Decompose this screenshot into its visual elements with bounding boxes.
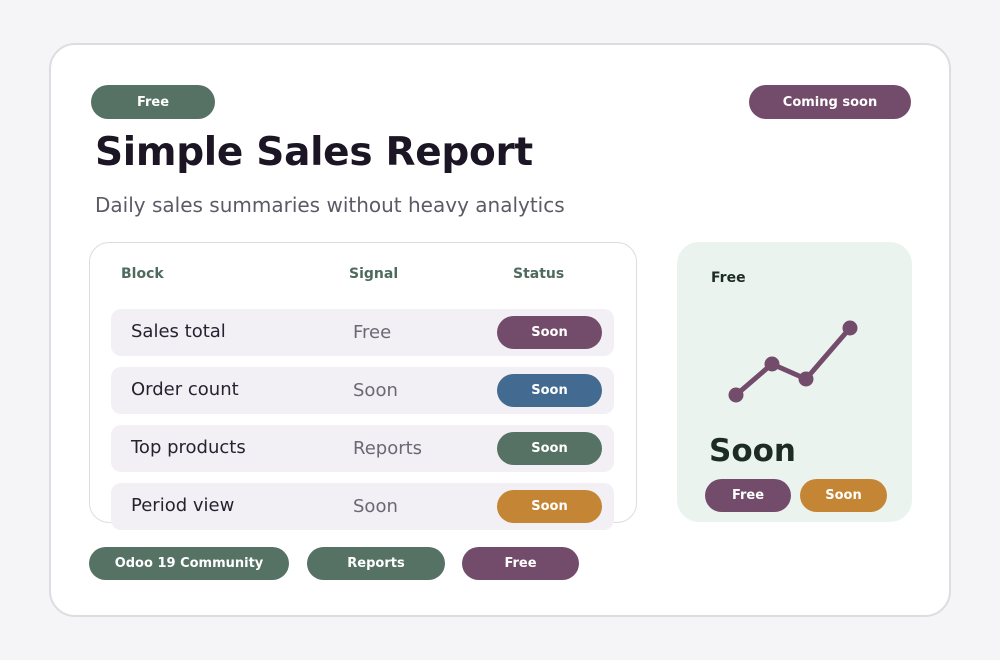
page-subtitle: Daily sales summaries without heavy anal… (95, 193, 565, 217)
free-chip[interactable]: Free (705, 479, 791, 512)
status-pill[interactable]: Soon (497, 374, 602, 407)
column-header-signal: Signal (349, 266, 399, 282)
row-block: Order count (131, 379, 239, 400)
row-signal: Free (353, 322, 392, 343)
coming-soon-badge[interactable]: Coming soon (749, 85, 911, 119)
row-block: Top products (131, 437, 246, 458)
tag-odoo-community[interactable]: Odoo 19 Community (89, 547, 289, 580)
column-header-status: Status (513, 266, 565, 282)
row-block: Period view (131, 495, 235, 516)
trend-line-icon (728, 320, 858, 403)
row-block: Sales total (131, 321, 226, 342)
summary-label: Free (711, 270, 746, 286)
summary-value: Soon (709, 433, 796, 469)
table-row[interactable]: Sales total Free Soon (111, 309, 614, 356)
row-signal: Soon (353, 380, 398, 401)
column-header-block: Block (121, 266, 164, 282)
status-pill[interactable]: Soon (497, 432, 602, 465)
table-row[interactable]: Order count Soon Soon (111, 367, 614, 414)
free-badge[interactable]: Free (91, 85, 215, 119)
row-signal: Reports (353, 438, 423, 459)
status-pill[interactable]: Soon (497, 316, 602, 349)
soon-chip[interactable]: Soon (800, 479, 887, 512)
row-signal: Soon (353, 496, 398, 517)
table-row[interactable]: Period view Soon Soon (111, 483, 614, 530)
tag-free[interactable]: Free (462, 547, 579, 580)
tag-reports[interactable]: Reports (307, 547, 445, 580)
status-pill[interactable]: Soon (497, 490, 602, 523)
table-row[interactable]: Top products Reports Soon (111, 425, 614, 472)
page-title: Simple Sales Report (95, 130, 533, 175)
